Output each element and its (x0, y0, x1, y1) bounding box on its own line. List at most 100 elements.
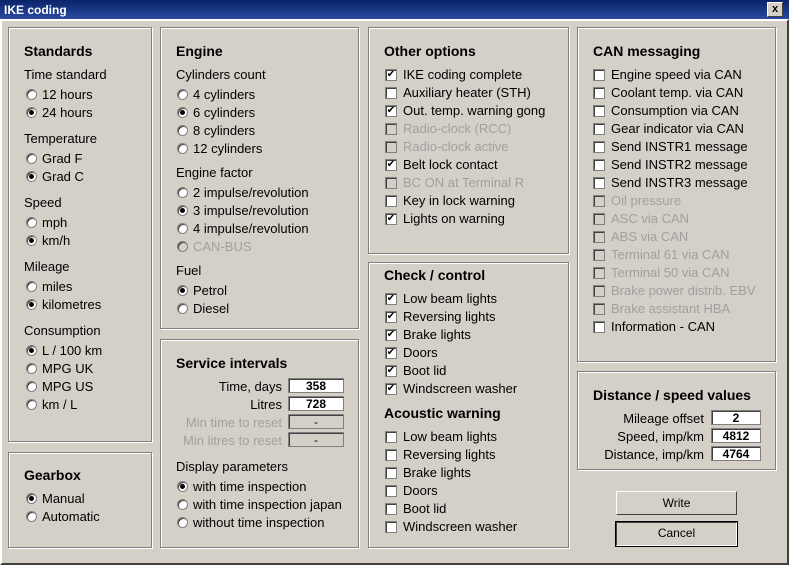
radio-dot-icon (26, 89, 37, 101)
checkbox-icon (593, 158, 605, 171)
radio-mph[interactable]: mph (26, 215, 67, 231)
checkbox-icon (385, 448, 397, 461)
time-standard-label: Time standard (24, 67, 107, 82)
check-radio-clock-active: Radio-clock active (385, 139, 509, 155)
distance-speed-title: Distance / speed values (593, 387, 751, 403)
radio-24-hours[interactable]: 24 hours (26, 105, 93, 121)
radio-12-cylinders[interactable]: 12 cylinders (177, 141, 262, 157)
radio-8-cylinders[interactable]: 8 cylinders (177, 123, 255, 139)
radio-diesel[interactable]: Diesel (177, 301, 229, 317)
acoustic-low-beam-lights[interactable]: Low beam lights (385, 429, 497, 445)
checkbox-icon (385, 194, 397, 207)
radio-kilometres[interactable]: kilometres (26, 297, 101, 313)
check-belt-lock-contact[interactable]: ✔ Belt lock contact (385, 157, 498, 173)
mileage-offset-input[interactable]: 2 (711, 410, 761, 425)
radio-miles[interactable]: miles (26, 279, 72, 295)
radio-3-impulse[interactable]: 3 impulse/revolution (177, 203, 309, 219)
radio-4-impulse[interactable]: 4 impulse/revolution (177, 221, 309, 237)
radio-can-bus: CAN-BUS (177, 239, 252, 255)
can-send-instr1[interactable]: Send INSTR1 message (593, 139, 748, 155)
acoustic-boot-lid[interactable]: Boot lid (385, 501, 446, 517)
check-ike-coding-complete[interactable]: ✔ IKE coding complete (385, 67, 522, 83)
close-button[interactable]: x (767, 2, 783, 17)
radio-automatic[interactable]: Automatic (26, 509, 100, 525)
acoustic-brake-lights[interactable]: Brake lights (385, 465, 471, 481)
check-windscreen-washer[interactable]: ✔ Windscreen washer (385, 381, 517, 397)
radio-dot-icon (26, 281, 37, 293)
radio-without-time-inspection[interactable]: without time inspection (177, 515, 325, 531)
radio-kmh[interactable]: km/h (26, 233, 70, 249)
checkbox-icon (385, 520, 397, 533)
acoustic-reversing-lights[interactable]: Reversing lights (385, 447, 496, 463)
check-doors[interactable]: ✔ Doors (385, 345, 438, 361)
standards-title: Standards (24, 43, 93, 59)
acoustic-warning-title: Acoustic warning (384, 405, 501, 421)
min-litres-reset-input: - (288, 432, 344, 447)
radio-mpg-us[interactable]: MPG US (26, 379, 93, 395)
check-lights-on-warning[interactable]: ✔ Lights on warning (385, 211, 505, 227)
can-engine-speed[interactable]: Engine speed via CAN (593, 67, 742, 83)
litres-input[interactable]: 728 (288, 396, 344, 411)
window-title: IKE coding (4, 3, 67, 17)
time-days-row: Time, days 358 (176, 378, 344, 395)
check-key-in-lock-warning[interactable]: Key in lock warning (385, 193, 515, 209)
radio-dot-icon (177, 499, 188, 511)
litres-label: Litres (250, 397, 282, 412)
radio-12-hours[interactable]: 12 hours (26, 87, 93, 103)
time-days-label: Time, days (218, 379, 282, 394)
can-coolant-temp[interactable]: Coolant temp. via CAN (593, 85, 743, 101)
acoustic-doors[interactable]: Doors (385, 483, 438, 499)
check-low-beam-lights[interactable]: ✔ Low beam lights (385, 291, 497, 307)
checkbox-icon (593, 212, 605, 225)
radio-dot-icon (26, 363, 37, 375)
radio-with-time-inspection-japan[interactable]: with time inspection japan (177, 497, 342, 513)
can-terminal-50: Terminal 50 via CAN (593, 265, 730, 281)
distance-imp-input[interactable]: 4764 (711, 446, 761, 461)
radio-petrol[interactable]: Petrol (177, 283, 227, 299)
can-send-instr2[interactable]: Send INSTR2 message (593, 157, 748, 173)
radio-dot-icon (26, 493, 37, 505)
display-parameters-label: Display parameters (176, 459, 288, 474)
radio-dot-icon (177, 241, 188, 253)
check-reversing-lights[interactable]: ✔ Reversing lights (385, 309, 496, 325)
radio-2-impulse[interactable]: 2 impulse/revolution (177, 185, 309, 201)
radio-manual[interactable]: Manual (26, 491, 85, 507)
radio-dot-icon (26, 171, 37, 183)
check-control-title: Check / control (384, 267, 486, 283)
cancel-button[interactable]: Cancel (615, 521, 738, 547)
can-asc: ASC via CAN (593, 211, 689, 227)
can-consumption[interactable]: Consumption via CAN (593, 103, 739, 119)
check-mark-icon: ✔ (385, 364, 397, 377)
cylinders-label: Cylinders count (176, 67, 266, 82)
can-messaging-title: CAN messaging (593, 43, 701, 59)
radio-with-time-inspection[interactable]: with time inspection (177, 479, 306, 495)
fuel-label: Fuel (176, 263, 202, 278)
write-button[interactable]: Write (616, 491, 737, 515)
temperature-label: Temperature (24, 131, 97, 146)
radio-dot-icon (26, 381, 37, 393)
check-auxiliary-heater[interactable]: Auxiliary heater (STH) (385, 85, 531, 101)
can-information[interactable]: Information - CAN (593, 319, 715, 335)
radio-l-100km[interactable]: L / 100 km (26, 343, 102, 359)
time-days-input[interactable]: 358 (288, 378, 344, 393)
radio-mpg-uk[interactable]: MPG UK (26, 361, 93, 377)
check-brake-lights[interactable]: ✔ Brake lights (385, 327, 471, 343)
can-gear-indicator[interactable]: Gear indicator via CAN (593, 121, 744, 137)
speed-imp-input[interactable]: 4812 (711, 428, 761, 443)
check-out-temp-warning-gong[interactable]: ✔ Out. temp. warning gong (385, 103, 545, 119)
radio-dot-icon (177, 205, 188, 217)
check-boot-lid[interactable]: ✔ Boot lid (385, 363, 446, 379)
checkbox-icon (593, 320, 605, 333)
acoustic-windscreen-washer[interactable]: Windscreen washer (385, 519, 517, 535)
radio-grad-c[interactable]: Grad C (26, 169, 84, 185)
distance-imp-row: Distance, imp/km 4764 (593, 446, 761, 463)
radio-4-cylinders[interactable]: 4 cylinders (177, 87, 255, 103)
radio-6-cylinders[interactable]: 6 cylinders (177, 105, 255, 121)
checkbox-icon (593, 140, 605, 153)
radio-dot-icon (26, 107, 37, 119)
radio-km-l[interactable]: km / L (26, 397, 77, 413)
radio-grad-f[interactable]: Grad F (26, 151, 82, 167)
engine-factor-label: Engine factor (176, 165, 253, 180)
can-send-instr3[interactable]: Send INSTR3 message (593, 175, 748, 191)
radio-dot-icon (177, 303, 188, 315)
